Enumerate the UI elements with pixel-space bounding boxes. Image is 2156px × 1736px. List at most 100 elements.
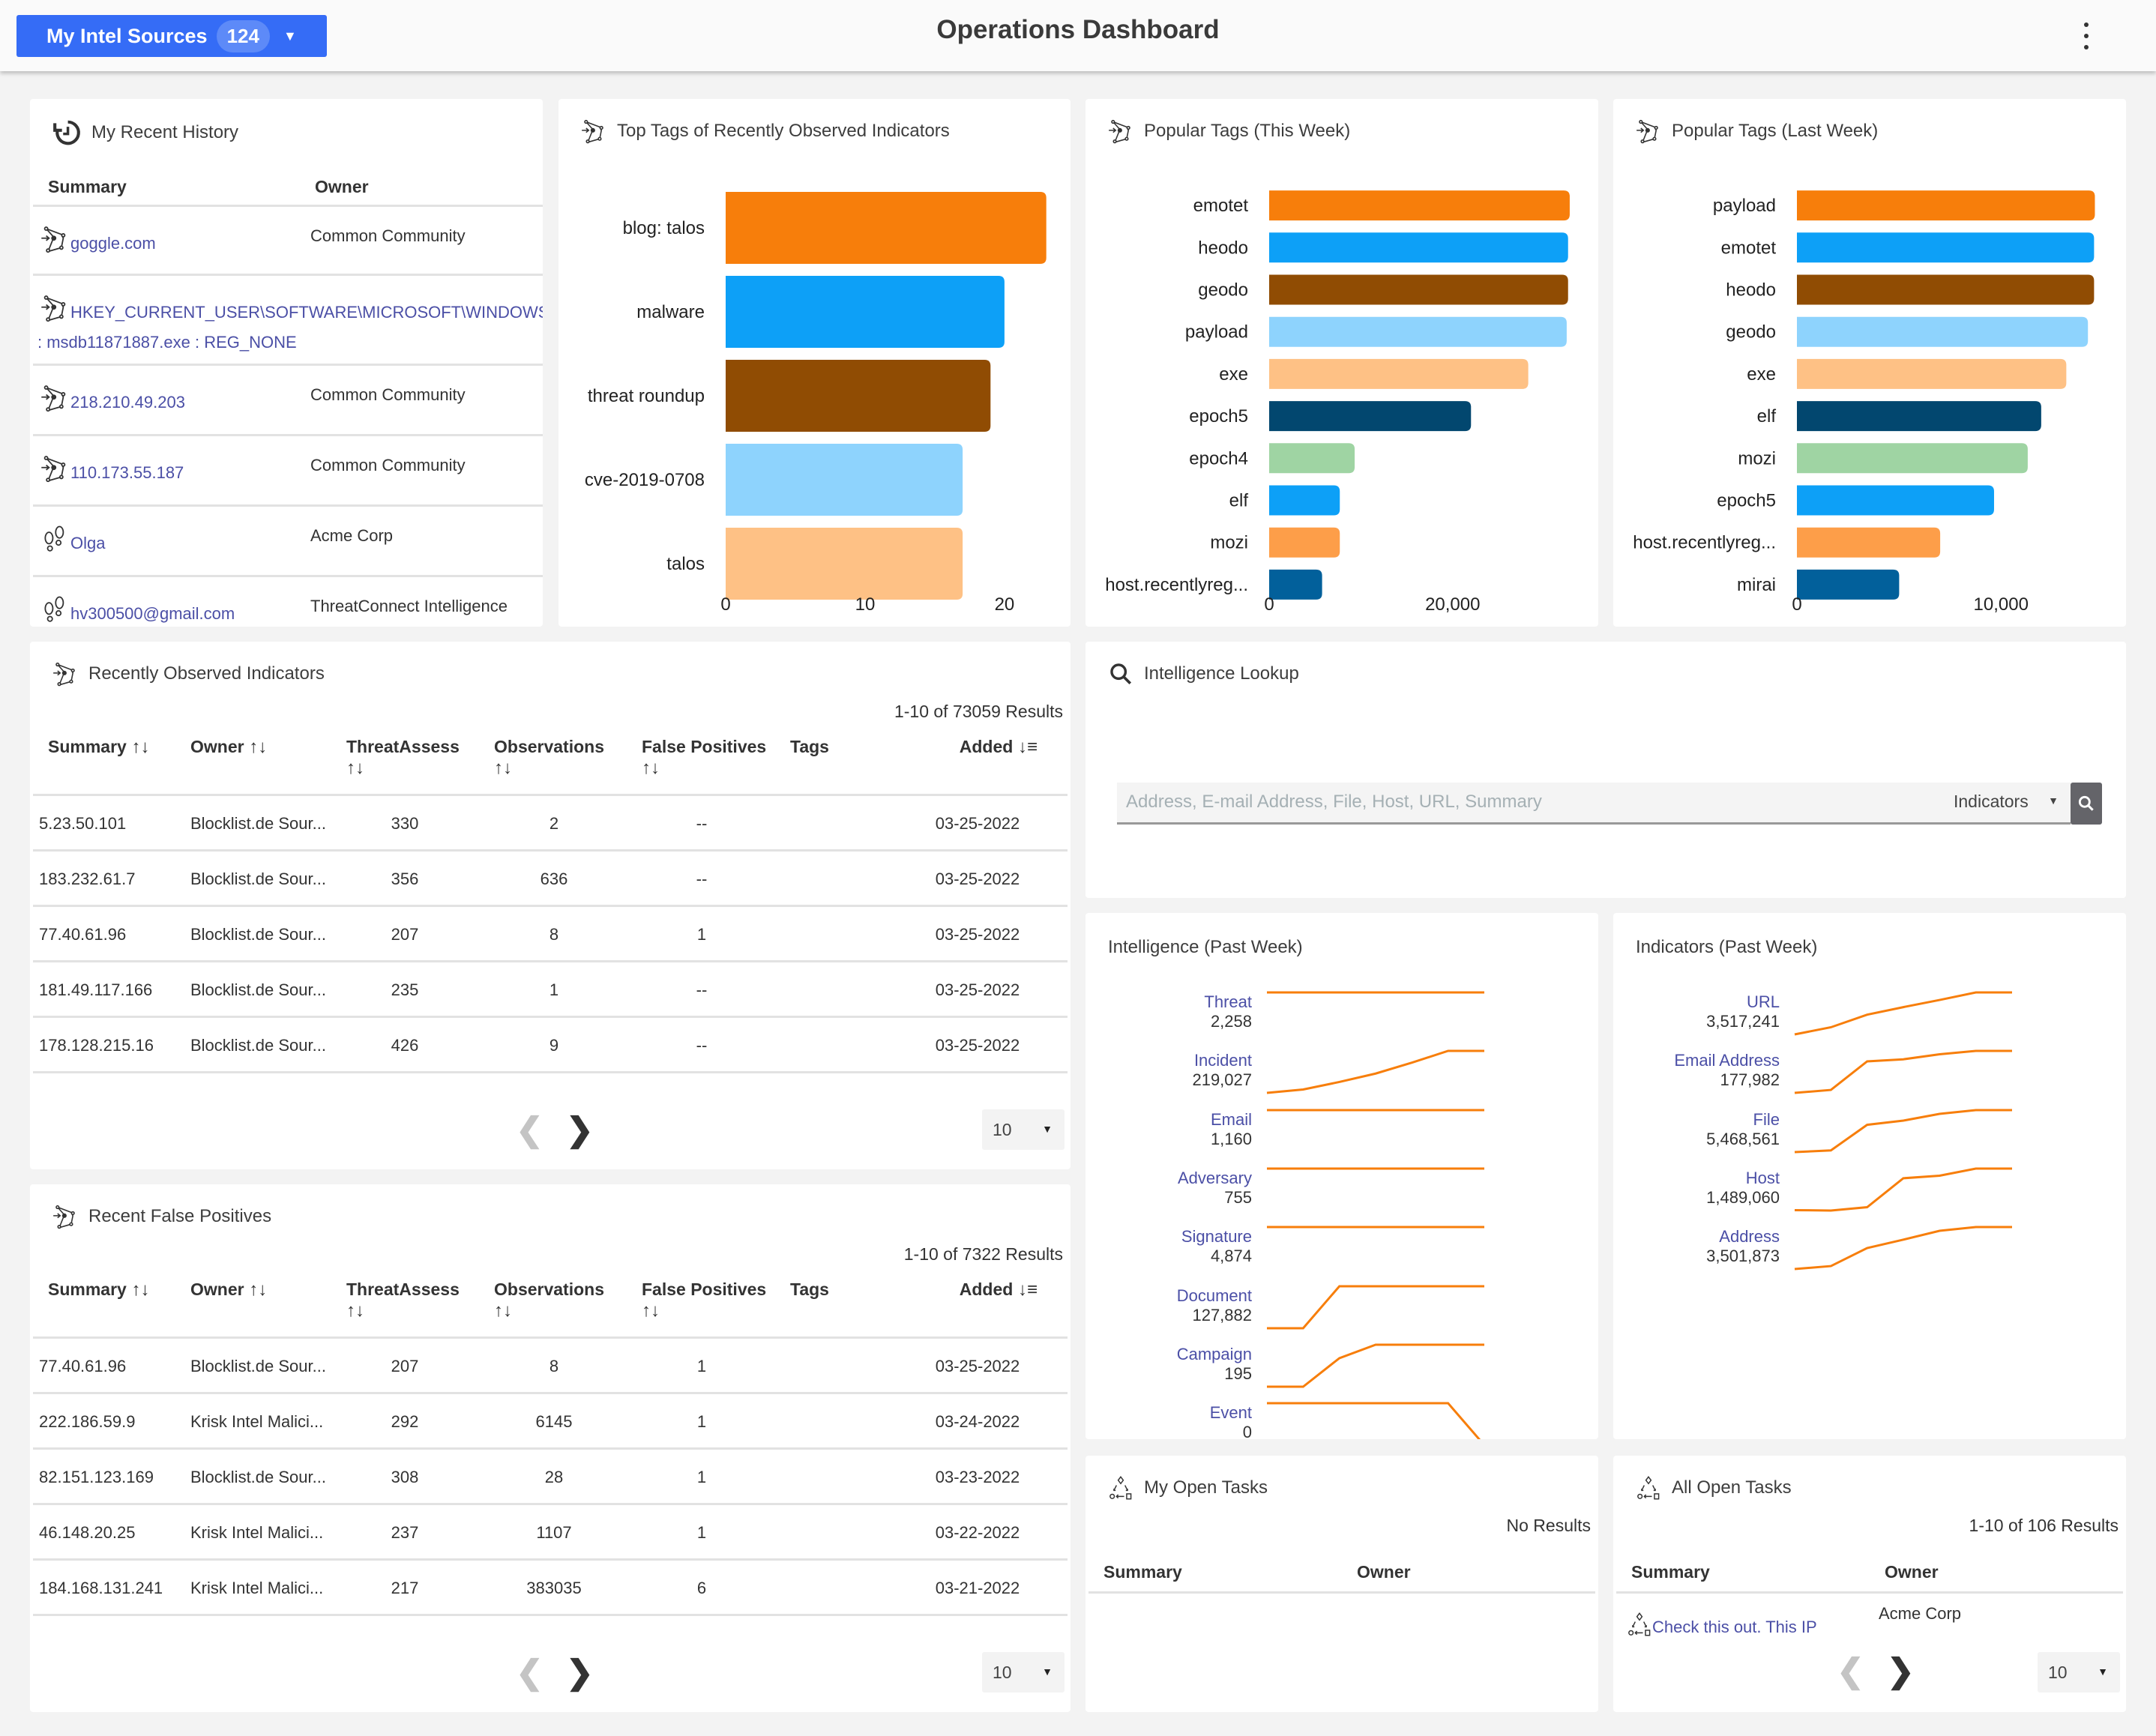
indicator-summary-link[interactable]: 178.128.215.16 xyxy=(39,1036,154,1055)
previous-page-button[interactable]: ❮ xyxy=(1837,1655,1864,1688)
next-page-button[interactable]: ❯ xyxy=(566,1114,594,1147)
bar-host-recentlyreg-[interactable] xyxy=(1797,527,1941,558)
indicator-summary-link[interactable]: 183.232.61.7 xyxy=(39,869,135,889)
column-header[interactable]: Observations ↑↓ xyxy=(494,1279,604,1321)
series-name-link[interactable]: Incident xyxy=(1102,1051,1252,1070)
series-name-link[interactable]: Signature xyxy=(1102,1227,1252,1247)
series-name-link[interactable]: URL xyxy=(1630,992,1780,1012)
series-name-link[interactable]: Host xyxy=(1630,1169,1780,1188)
series-name-link[interactable]: Event xyxy=(1102,1403,1252,1423)
table-row[interactable]: 184.168.131.241 Krisk Intel Malici... 217 3… xyxy=(33,1561,1068,1616)
indicator-summary-link[interactable]: 77.40.61.96 xyxy=(39,1357,126,1376)
history-summary-link[interactable]: hv300500@gmail.com xyxy=(40,595,235,624)
indicator-summary-link[interactable]: 77.40.61.96 xyxy=(39,925,126,944)
sort-icon[interactable]: ↑↓ xyxy=(494,758,512,778)
series-name-link[interactable]: Email xyxy=(1102,1110,1252,1130)
column-header[interactable]: Owner ↑↓ xyxy=(190,1279,267,1301)
table-row[interactable]: 5.23.50.101 Blocklist.de Sour... 330 2 -- 03-… xyxy=(33,796,1068,852)
column-header[interactable]: ThreatAssess ↑↓ xyxy=(346,1279,460,1321)
sort-descending-icon[interactable]: ↓≡ xyxy=(1013,1280,1038,1300)
history-summary-continued[interactable]: : msdb11871887.exe : REG_NONE xyxy=(37,333,297,352)
bar-blog-talos[interactable] xyxy=(726,192,1047,264)
indicator-summary-link[interactable]: 222.186.59.9 xyxy=(39,1412,135,1432)
table-row[interactable]: 181.49.117.166 Blocklist.de Sour... 235 1 --… xyxy=(33,962,1068,1018)
sort-icon[interactable]: ↑↓ xyxy=(127,1280,149,1300)
bar-mozi[interactable] xyxy=(1269,527,1340,558)
bar-malware[interactable] xyxy=(726,276,1005,348)
bar-payload[interactable] xyxy=(1269,316,1567,347)
page-size-select[interactable]: 10 ▼ xyxy=(982,1109,1065,1150)
indicator-summary-link[interactable]: 82.151.123.169 xyxy=(39,1468,154,1487)
sort-icon[interactable]: ↑↓ xyxy=(642,758,660,778)
series-name-link[interactable]: Adversary xyxy=(1102,1169,1252,1188)
bar-mozi[interactable] xyxy=(1797,443,2028,474)
column-header[interactable]: ThreatAssess ↑↓ xyxy=(346,736,460,779)
indicator-summary-link[interactable]: 181.49.117.166 xyxy=(39,980,152,1000)
page-size-select[interactable]: 10 ▼ xyxy=(2038,1652,2120,1693)
column-header[interactable]: Added ↓≡ xyxy=(960,1279,1038,1301)
table-row[interactable]: 77.40.61.96 Blocklist.de Sour... 207 8 1 03-2… xyxy=(33,1339,1068,1394)
history-summary-link[interactable]: Olga xyxy=(40,525,105,553)
lookup-type-select[interactable]: Indicators ▼ xyxy=(1954,792,2066,812)
sort-icon[interactable]: ↑↓ xyxy=(642,1301,660,1321)
sort-icon[interactable]: ↑↓ xyxy=(244,1280,267,1300)
bar-exe[interactable] xyxy=(1797,358,2067,389)
history-summary-link[interactable]: 110.173.55.187 xyxy=(40,454,184,483)
bar-epoch4[interactable] xyxy=(1269,443,1355,474)
column-header[interactable]: Owner ↑↓ xyxy=(190,736,267,758)
series-name-link[interactable]: Document xyxy=(1102,1286,1252,1306)
bar-cve-2019-0708[interactable] xyxy=(726,444,963,516)
table-row[interactable]: 46.148.20.25 Krisk Intel Malici... 237 1107… xyxy=(33,1505,1068,1561)
series-name-link[interactable]: Email Address xyxy=(1630,1051,1780,1070)
column-header[interactable]: Summary ↑↓ xyxy=(48,736,150,758)
task-summary-link[interactable]: Check this out. This IP xyxy=(1627,1612,1817,1637)
lookup-search-input[interactable] xyxy=(1126,783,1936,822)
bar-talos[interactable] xyxy=(726,528,963,600)
bar-elf[interactable] xyxy=(1269,485,1340,516)
table-row[interactable]: 183.232.61.7 Blocklist.de Sour... 356 636 --… xyxy=(33,852,1068,907)
sort-descending-icon[interactable]: ↓≡ xyxy=(1013,737,1038,757)
page-size-select[interactable]: 10 ▼ xyxy=(982,1652,1065,1693)
bar-emotet[interactable] xyxy=(1269,190,1570,221)
sort-icon[interactable]: ↑↓ xyxy=(346,758,364,778)
indicator-summary-link[interactable]: 184.168.131.241 xyxy=(39,1579,163,1598)
lookup-search-button[interactable] xyxy=(2071,783,2102,825)
previous-page-button[interactable]: ❮ xyxy=(516,1657,543,1690)
previous-page-button[interactable]: ❮ xyxy=(516,1114,543,1147)
indicator-summary-link[interactable]: 5.23.50.101 xyxy=(39,814,126,834)
series-name-link[interactable]: Threat xyxy=(1102,992,1252,1012)
next-page-button[interactable]: ❯ xyxy=(1887,1655,1915,1688)
table-row[interactable]: 222.186.59.9 Krisk Intel Malici... 292 6145… xyxy=(33,1394,1068,1450)
table-row[interactable]: 178.128.215.16 Blocklist.de Sour... 426 9 --… xyxy=(33,1018,1068,1073)
bar-threat-roundup[interactable] xyxy=(726,360,991,432)
bar-host-recentlyreg-[interactable] xyxy=(1269,569,1322,600)
sort-icon[interactable]: ↑↓ xyxy=(494,1301,512,1321)
sort-icon[interactable]: ↑↓ xyxy=(346,1301,364,1321)
series-name-link[interactable]: Campaign xyxy=(1102,1345,1252,1364)
column-header[interactable]: Observations ↑↓ xyxy=(494,736,604,779)
sort-icon[interactable]: ↑↓ xyxy=(127,737,149,757)
column-header[interactable]: Summary ↑↓ xyxy=(48,1279,150,1301)
history-summary-link[interactable]: 218.210.49.203 xyxy=(40,384,185,412)
bar-geodo[interactable] xyxy=(1269,274,1568,305)
series-name-link[interactable]: Address xyxy=(1630,1227,1780,1247)
bar-epoch5[interactable] xyxy=(1797,485,1994,516)
bar-mirai[interactable] xyxy=(1797,569,1900,600)
bar-heodo[interactable] xyxy=(1269,232,1568,263)
column-header[interactable]: Added ↓≡ xyxy=(960,736,1038,758)
history-summary-link[interactable]: goggle.com xyxy=(40,225,156,253)
next-page-button[interactable]: ❯ xyxy=(566,1657,594,1690)
more-options-icon[interactable] xyxy=(2083,22,2090,49)
bar-elf[interactable] xyxy=(1797,401,2041,432)
column-header[interactable]: False Positives ↑↓ xyxy=(642,736,766,779)
series-name-link[interactable]: File xyxy=(1630,1110,1780,1130)
history-summary-link[interactable]: HKEY_CURRENT_USER\SOFTWARE\MICROSOFT\WIN… xyxy=(40,294,543,322)
table-row[interactable]: 82.151.123.169 Blocklist.de Sour... 308 28 1… xyxy=(33,1450,1068,1505)
bar-exe[interactable] xyxy=(1269,358,1529,389)
indicator-summary-link[interactable]: 46.148.20.25 xyxy=(39,1523,135,1543)
sort-icon[interactable]: ↑↓ xyxy=(244,737,267,757)
bar-geodo[interactable] xyxy=(1797,316,2089,347)
bar-heodo[interactable] xyxy=(1797,274,2095,305)
column-header[interactable]: False Positives ↑↓ xyxy=(642,1279,766,1321)
bar-epoch5[interactable] xyxy=(1269,401,1472,432)
